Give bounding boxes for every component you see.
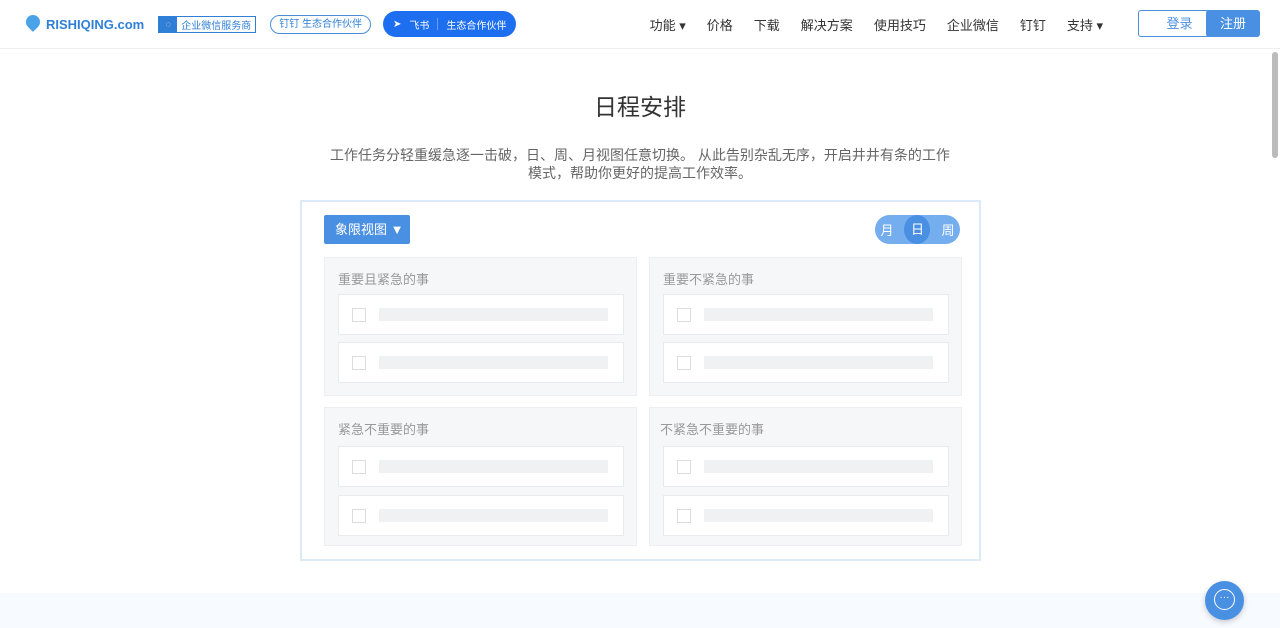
list-item[interactable] [663, 342, 949, 383]
list-item[interactable] [338, 342, 624, 383]
checkbox[interactable] [352, 308, 366, 322]
next-section [0, 593, 1280, 628]
segment-day[interactable]: 日 [904, 215, 931, 244]
view-dropdown-button[interactable]: 象限视图 ▼ [324, 215, 410, 244]
list-item[interactable] [663, 446, 949, 487]
wechat-icon: ◌ [159, 16, 178, 32]
checkbox[interactable] [352, 356, 366, 370]
checkbox[interactable] [677, 509, 691, 523]
list-item[interactable] [338, 495, 624, 536]
checkbox[interactable] [677, 460, 691, 474]
checkbox[interactable] [677, 356, 691, 370]
chat-support-icon[interactable] [1205, 581, 1244, 620]
nav-support[interactable]: 支持 ▾ [1067, 15, 1103, 34]
schedule-demo-panel: 象限视图 ▼ 月 日 周 重要且紧急的事 重要不紧急的事 紧急不重要的事 不紧急… [300, 200, 981, 561]
nav-pricing[interactable]: 价格 [707, 15, 733, 34]
list-item[interactable] [338, 446, 624, 487]
wechat-partner-badge[interactable]: ◌ 企业微信服务商 [158, 15, 257, 33]
list-item[interactable] [663, 294, 949, 335]
logo[interactable]: RISHIQING.com [26, 15, 144, 33]
paper-plane-icon: ➤ [393, 18, 402, 30]
nav-features[interactable]: 功能 ▾ [650, 15, 686, 34]
feishu-partner-badge[interactable]: ➤ 飞书 生态合作伙伴 [383, 11, 517, 37]
list-item[interactable] [663, 495, 949, 536]
main-nav: 功能 ▾ 价格 下载 解决方案 使用技巧 企业微信 钉钉 支持 ▾ [650, 0, 1103, 49]
segment-month[interactable]: 月 [880, 220, 893, 239]
nav-dingtalk[interactable]: 钉钉 [1020, 15, 1046, 34]
quadrant-important-not-urgent: 重要不紧急的事 [649, 257, 962, 396]
checkbox[interactable] [352, 509, 366, 523]
quadrant-urgent-not-important: 紧急不重要的事 [324, 407, 637, 546]
page-title: 日程安排 [594, 94, 686, 120]
quadrant-not-urgent-not-important: 不紧急不重要的事 [649, 407, 962, 546]
nav-tips[interactable]: 使用技巧 [874, 15, 926, 34]
nav-solutions[interactable]: 解决方案 [801, 15, 853, 34]
header: RISHIQING.com ◌ 企业微信服务商 钉钉 生态合作伙伴 ➤ 飞书 生态合作… [0, 0, 1280, 49]
page-description: 工作任务分轻重缓急逐一击破，日、周、月视图任意切换。 从此告别杂乱无序，开启井井… [330, 147, 950, 181]
segment-week[interactable]: 周 [941, 220, 954, 239]
location-pin-icon [26, 15, 40, 33]
checkbox[interactable] [352, 460, 366, 474]
nav-wechat-work[interactable]: 企业微信 [947, 15, 999, 34]
list-item[interactable] [338, 294, 624, 335]
register-button[interactable]: 注册 [1206, 10, 1260, 37]
nav-download[interactable]: 下载 [754, 15, 780, 34]
dingtalk-partner-badge[interactable]: 钉钉 生态合作伙伴 [270, 14, 372, 34]
checkbox[interactable] [677, 308, 691, 322]
quadrant-important-urgent: 重要且紧急的事 [324, 257, 637, 396]
period-toggle: 月 日 周 [875, 215, 960, 244]
